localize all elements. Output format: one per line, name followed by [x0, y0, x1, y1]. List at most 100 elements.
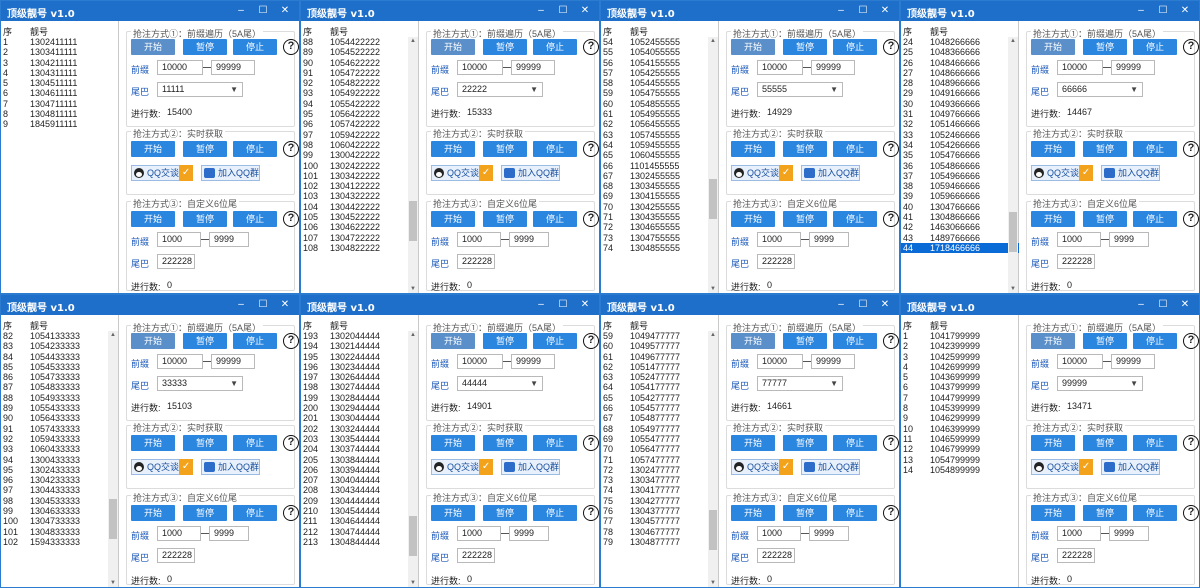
custom-tail-input[interactable]: 222228: [1057, 548, 1095, 563]
method3-start-button[interactable]: 开始: [1031, 211, 1075, 227]
list-row[interactable]: 69 1055477777: [601, 434, 719, 444]
list-row[interactable]: 91 1057433333: [1, 424, 119, 434]
method3-start-button[interactable]: 开始: [131, 505, 175, 521]
method1-start-button[interactable]: 开始: [431, 39, 475, 55]
list-row[interactable]: 100 1304733333: [1, 516, 119, 526]
list-row[interactable]: 2 1042399999: [901, 341, 1019, 351]
method1-prefix-to-input[interactable]: 99999: [211, 60, 255, 75]
number-list[interactable]: 序 靓号 88 1054422222 89 1054522222 90 105462222…: [301, 21, 419, 293]
method3-prefix-from-input[interactable]: 1000: [157, 526, 201, 541]
list-row[interactable]: 11 1046599999: [901, 434, 1019, 444]
list-row[interactable]: 9 1046299999: [901, 413, 1019, 423]
list-row[interactable]: 66 1101455555: [601, 161, 719, 171]
list-row[interactable]: 28 1048966666: [901, 78, 1019, 88]
method1-help-icon[interactable]: ?: [583, 39, 599, 55]
method3-help-icon[interactable]: ?: [583, 505, 599, 521]
maximize-icon[interactable]: ☐: [855, 3, 871, 18]
method1-stop-button[interactable]: 停止: [233, 333, 277, 349]
method1-prefix-to-input[interactable]: 99999: [511, 354, 555, 369]
tail-select[interactable]: 22222 ▼: [457, 82, 543, 97]
list-row[interactable]: 89 1054522222: [301, 47, 419, 57]
method1-stop-button[interactable]: 停止: [1133, 39, 1177, 55]
method3-help-icon[interactable]: ?: [283, 211, 299, 227]
method3-prefix-to-input[interactable]: 9999: [809, 232, 849, 247]
title-bar[interactable]: 顶级靓号 v1.0 – ☐ ✕: [901, 1, 1199, 21]
list-row[interactable]: 4 1042699999: [901, 362, 1019, 372]
method1-start-button[interactable]: 开始: [431, 333, 475, 349]
method3-start-button[interactable]: 开始: [431, 505, 475, 521]
list-row[interactable]: 3 1042599999: [901, 352, 1019, 362]
list-row[interactable]: 89 1055433333: [1, 403, 119, 413]
list-row[interactable]: 44 1718466666: [901, 242, 1019, 254]
list-row[interactable]: 70 1304255555: [601, 202, 719, 212]
method2-pause-button[interactable]: 暂停: [783, 141, 827, 157]
method3-prefix-to-input[interactable]: 9999: [1109, 232, 1149, 247]
list-row[interactable]: 62 1056455555: [601, 119, 719, 129]
method1-prefix-from-input[interactable]: 10000: [157, 60, 203, 75]
list-row[interactable]: 25 1048366666: [901, 47, 1019, 57]
qq-chat-button[interactable]: QQ交谈 ✓: [431, 459, 494, 475]
custom-tail-input[interactable]: 222228: [457, 548, 495, 563]
list-row[interactable]: 91 1054722222: [301, 68, 419, 78]
list-row[interactable]: 88 1054933333: [1, 393, 119, 403]
method3-help-icon[interactable]: ?: [283, 505, 299, 521]
qq-chat-button[interactable]: QQ交谈 ✓: [131, 165, 194, 181]
list-row[interactable]: 1 1302411111: [1, 37, 119, 47]
list-row[interactable]: 92 1059433333: [1, 434, 119, 444]
list-row[interactable]: 7 1304711111: [1, 99, 119, 109]
number-list[interactable]: 序 靓号 54 1052455555 55 1054055555 56 105415555…: [601, 21, 719, 293]
list-row[interactable]: 29 1049166666: [901, 88, 1019, 98]
list-row[interactable]: 13 1054799999: [901, 455, 1019, 465]
close-icon[interactable]: ✕: [1177, 3, 1193, 18]
method1-prefix-from-input[interactable]: 10000: [457, 60, 503, 75]
list-row[interactable]: 102 1304122222: [301, 181, 419, 191]
scroll-down-icon[interactable]: ▼: [708, 285, 718, 293]
method3-prefix-to-input[interactable]: 9999: [1109, 526, 1149, 541]
list-row[interactable]: 57 1054255555: [601, 68, 719, 78]
method2-start-button[interactable]: 开始: [131, 141, 175, 157]
list-row[interactable]: 56 1054155555: [601, 58, 719, 68]
list-row[interactable]: 82 1054133333: [1, 331, 119, 341]
method2-help-icon[interactable]: ?: [883, 435, 899, 451]
method3-prefix-from-input[interactable]: 1000: [757, 232, 801, 247]
list-row[interactable]: 105 1304522222: [301, 212, 419, 222]
method1-start-button[interactable]: 开始: [131, 39, 175, 55]
list-row[interactable]: 93 1060433333: [1, 444, 119, 454]
list-row[interactable]: 72 1302477777: [601, 465, 719, 475]
method1-start-button[interactable]: 开始: [731, 333, 775, 349]
method1-stop-button[interactable]: 停止: [1133, 333, 1177, 349]
scroll-up-icon[interactable]: ▲: [708, 37, 718, 45]
list-row[interactable]: 84 1054433333: [1, 352, 119, 362]
scroll-down-icon[interactable]: ▼: [108, 579, 118, 587]
list-row[interactable]: 72 1304655555: [601, 222, 719, 232]
method1-help-icon[interactable]: ?: [883, 333, 899, 349]
list-row[interactable]: 193 1302044444: [301, 331, 419, 341]
list-row[interactable]: 208 1304344444: [301, 485, 419, 495]
method3-stop-button[interactable]: 停止: [833, 211, 877, 227]
method2-help-icon[interactable]: ?: [1183, 141, 1199, 157]
method2-start-button[interactable]: 开始: [1031, 141, 1075, 157]
tail-select[interactable]: 55555 ▼: [757, 82, 843, 97]
method3-help-icon[interactable]: ?: [1183, 505, 1199, 521]
custom-tail-input[interactable]: 222228: [157, 548, 195, 563]
list-row[interactable]: 197 1302644444: [301, 372, 419, 382]
method3-pause-button[interactable]: 暂停: [783, 211, 827, 227]
join-qq-group-button[interactable]: 加入QQ群: [1101, 459, 1161, 475]
list-row[interactable]: 69 1304155555: [601, 191, 719, 201]
maximize-icon[interactable]: ☐: [255, 297, 271, 312]
list-row[interactable]: 85 1054533333: [1, 362, 119, 372]
close-icon[interactable]: ✕: [577, 297, 593, 312]
list-row[interactable]: 63 1057455555: [601, 130, 719, 140]
method1-start-button[interactable]: 开始: [1031, 39, 1075, 55]
method3-pause-button[interactable]: 暂停: [783, 505, 827, 521]
number-list[interactable]: 序 靓号 193 1302044444 194 1302144444 195 130224…: [301, 315, 419, 587]
method1-stop-button[interactable]: 停止: [233, 39, 277, 55]
list-row[interactable]: 6 1043799999: [901, 382, 1019, 392]
list-row[interactable]: 200 1302944444: [301, 403, 419, 413]
method1-help-icon[interactable]: ?: [1183, 39, 1199, 55]
list-row[interactable]: 30 1049366666: [901, 99, 1019, 109]
list-row[interactable]: 3 1304211111: [1, 58, 119, 68]
scrollbar-thumb[interactable]: [1009, 212, 1017, 253]
method3-prefix-from-input[interactable]: 1000: [1057, 232, 1101, 247]
list-row[interactable]: 97 1304433333: [1, 485, 119, 495]
